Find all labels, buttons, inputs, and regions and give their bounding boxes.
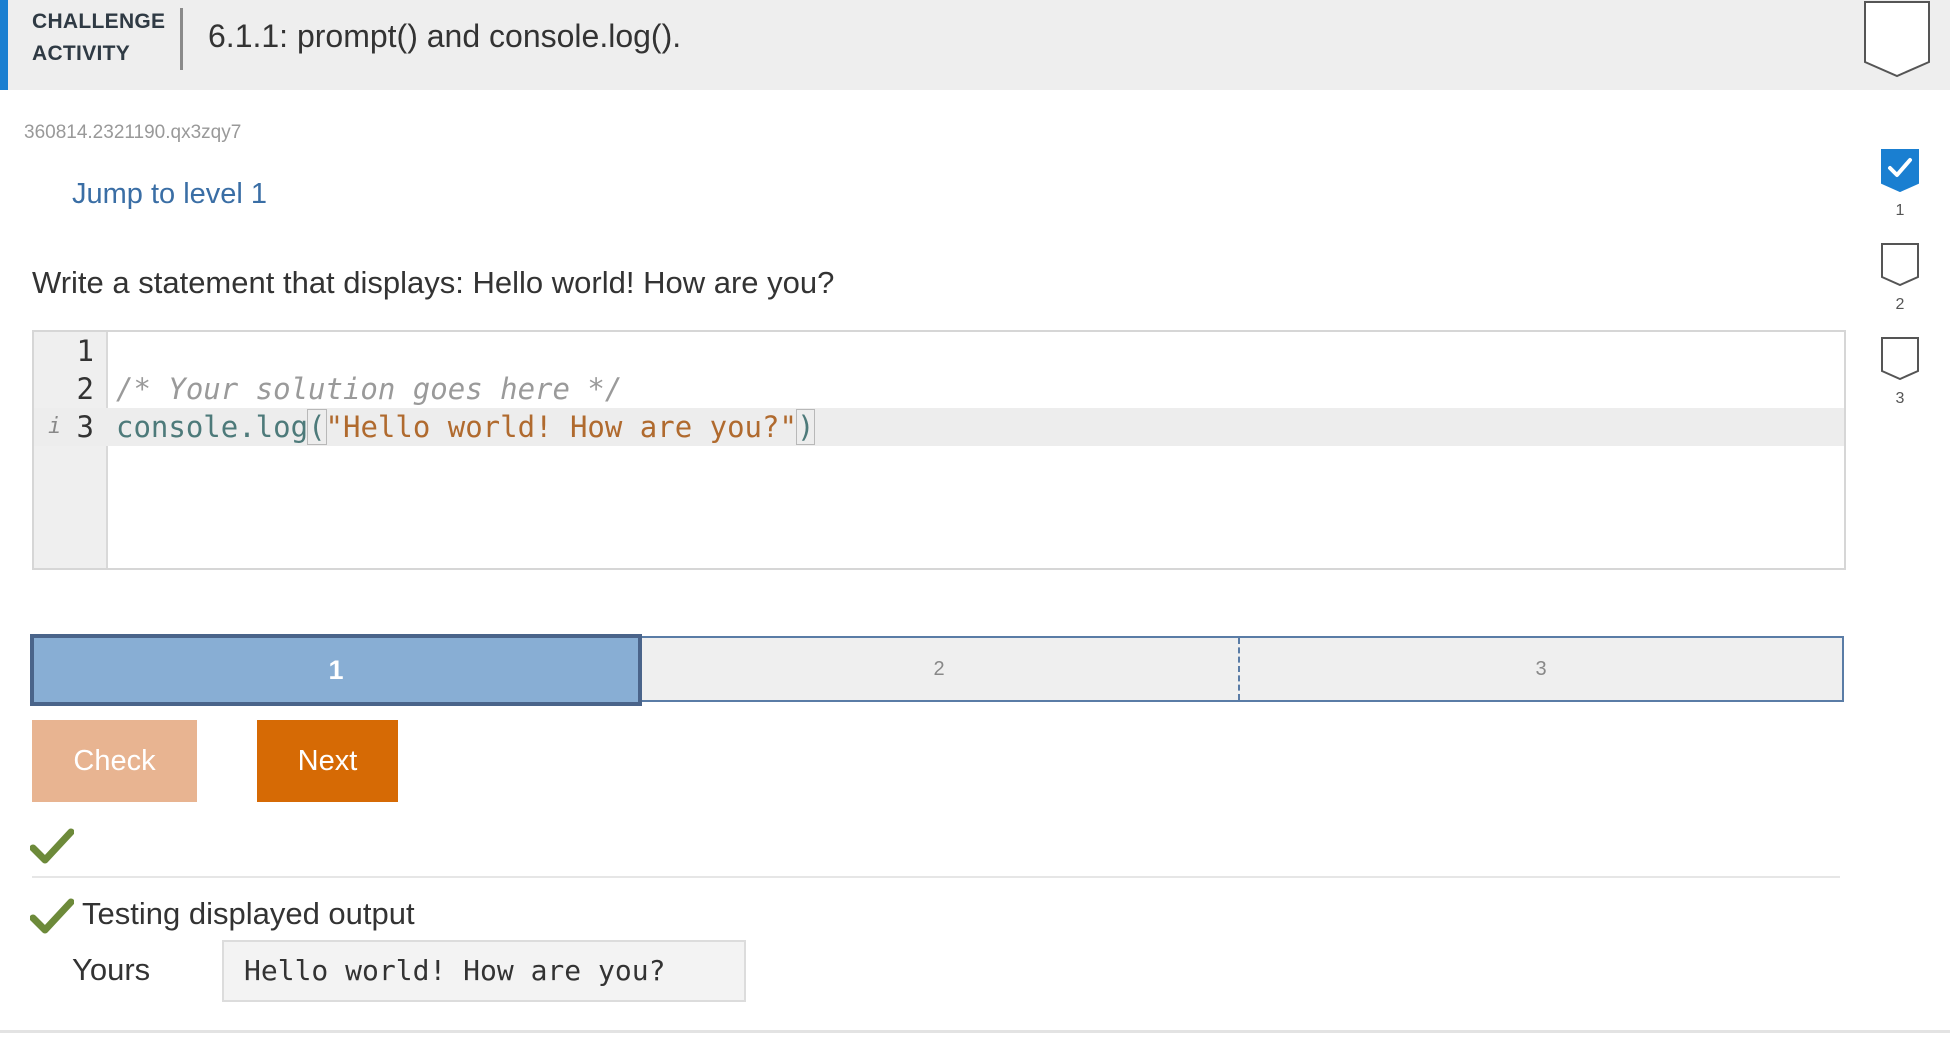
side-level-number: 1 xyxy=(1895,202,1905,219)
checkmark-icon xyxy=(30,898,74,934)
level-3-segment[interactable]: 3 xyxy=(1240,638,1842,700)
side-level-number: 3 xyxy=(1895,390,1905,407)
line-number: 1 xyxy=(76,334,94,368)
code-string: "Hello world! How are you?" xyxy=(325,410,797,444)
header-divider xyxy=(180,8,183,70)
code-editor[interactable]: 1 2 /* Your solution goes here */ i 3 co… xyxy=(32,330,1846,570)
level-1-segment[interactable]: 1 xyxy=(30,634,642,706)
code-statement: console.log("Hello world! How are you?") xyxy=(116,408,816,446)
results-divider xyxy=(32,876,1840,878)
jump-to-level-link[interactable]: Jump to level 1 xyxy=(72,178,267,211)
shield-outline-icon xyxy=(1881,243,1919,286)
activity-id: 360814.2321190.qx3zqy7 xyxy=(24,122,242,143)
shield-outline-icon xyxy=(1881,337,1919,380)
code-close-paren: ) xyxy=(795,409,816,445)
challenge-activity-page: CHALLENGE ACTIVITY 6.1.1: prompt() and c… xyxy=(0,0,1950,1038)
activity-type-label: CHALLENGE ACTIVITY xyxy=(32,6,182,70)
header-accent-bar xyxy=(0,0,8,90)
activity-type-line1: CHALLENGE xyxy=(32,10,166,33)
shield-outline-icon xyxy=(1864,1,1930,78)
activity-header: CHALLENGE ACTIVITY 6.1.1: prompt() and c… xyxy=(0,0,1950,90)
check-badge-icon xyxy=(1881,149,1919,192)
bottom-divider xyxy=(0,1030,1950,1033)
side-level-2[interactable]: 2 xyxy=(1870,242,1930,314)
code-comment: /* Your solution goes here */ xyxy=(116,372,623,406)
side-level-1[interactable]: 1 xyxy=(1870,148,1930,220)
yours-label: Yours xyxy=(72,952,151,987)
code-function: console.log xyxy=(116,410,309,444)
code-line: 2 /* Your solution goes here */ xyxy=(34,370,1844,408)
check-button[interactable]: Check xyxy=(32,720,197,802)
level-progress-bar: 1 2 3 xyxy=(30,634,1844,706)
line-number: 3 xyxy=(76,410,94,444)
code-line: 1 xyxy=(34,332,1844,370)
next-button[interactable]: Next xyxy=(257,720,398,802)
activity-type-line2: ACTIVITY xyxy=(32,42,131,65)
code-line-active: i 3 console.log("Hello world! How are yo… xyxy=(34,408,1844,446)
challenge-instructions: Write a statement that displays: Hello w… xyxy=(32,265,835,300)
line-number: 2 xyxy=(76,372,94,406)
level-2-segment[interactable]: 2 xyxy=(640,638,1240,700)
checkmark-icon xyxy=(30,828,74,864)
test-result-label: Testing displayed output xyxy=(82,896,415,931)
code-open-paren: ( xyxy=(307,409,327,445)
side-level-number: 2 xyxy=(1895,296,1905,313)
side-level-3[interactable]: 3 xyxy=(1870,336,1930,408)
program-output: Hello world! How are you? xyxy=(222,940,746,1002)
activity-title: 6.1.1: prompt() and console.log(). xyxy=(208,18,682,54)
